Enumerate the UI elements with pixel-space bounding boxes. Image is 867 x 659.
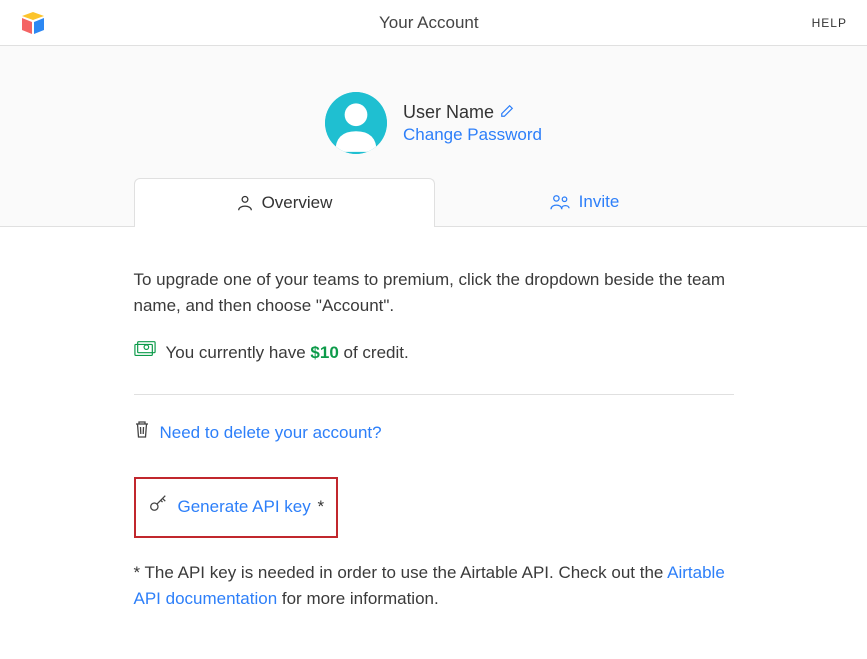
tab-invite-label: Invite xyxy=(579,192,620,212)
profile-band: User Name Change Password Overview xyxy=(0,46,867,227)
delete-account-link[interactable]: Need to delete your account? xyxy=(160,420,382,446)
credit-prefix: You currently have xyxy=(166,343,311,362)
trash-icon xyxy=(134,419,150,447)
money-icon xyxy=(134,340,156,366)
delete-account-row: Need to delete your account? xyxy=(134,419,734,447)
app-logo[interactable] xyxy=(20,10,46,36)
credit-row: You currently have $10 of credit. xyxy=(134,340,734,366)
profile-text: User Name Change Password xyxy=(403,102,542,145)
key-icon xyxy=(148,493,168,521)
edit-name-icon[interactable] xyxy=(500,102,514,123)
api-footnote: * The API key is needed in order to use … xyxy=(134,560,734,613)
tab-overview-label: Overview xyxy=(262,193,333,213)
people-icon xyxy=(549,193,571,211)
header: Your Account HELP xyxy=(0,0,867,46)
generate-api-key-link[interactable]: Generate API key xyxy=(178,497,311,516)
tab-overview[interactable]: Overview xyxy=(134,178,435,227)
help-link[interactable]: HELP xyxy=(812,16,847,30)
person-icon xyxy=(236,194,254,212)
change-password-link[interactable]: Change Password xyxy=(403,125,542,145)
footnote-prefix: * The API key is needed in order to use … xyxy=(134,563,668,582)
divider xyxy=(134,394,734,395)
credit-suffix: of credit. xyxy=(339,343,409,362)
credit-text: You currently have $10 of credit. xyxy=(166,340,409,366)
username: User Name xyxy=(403,102,494,123)
tab-invite[interactable]: Invite xyxy=(435,178,734,226)
footnote-suffix: for more information. xyxy=(277,589,439,608)
profile-row: User Name Change Password xyxy=(0,46,867,178)
upgrade-text: To upgrade one of your teams to premium,… xyxy=(134,267,734,320)
avatar xyxy=(325,92,387,154)
content: To upgrade one of your teams to premium,… xyxy=(134,227,734,642)
page-title: Your Account xyxy=(379,13,479,33)
asterisk: * xyxy=(317,497,324,516)
username-row: User Name xyxy=(403,102,542,123)
generate-api-key-highlight: Generate API key * xyxy=(134,477,339,537)
tabs: Overview Invite xyxy=(134,178,734,226)
credit-amount: $10 xyxy=(310,343,338,362)
generate-api-key-wrap: Generate API key * xyxy=(178,494,325,520)
